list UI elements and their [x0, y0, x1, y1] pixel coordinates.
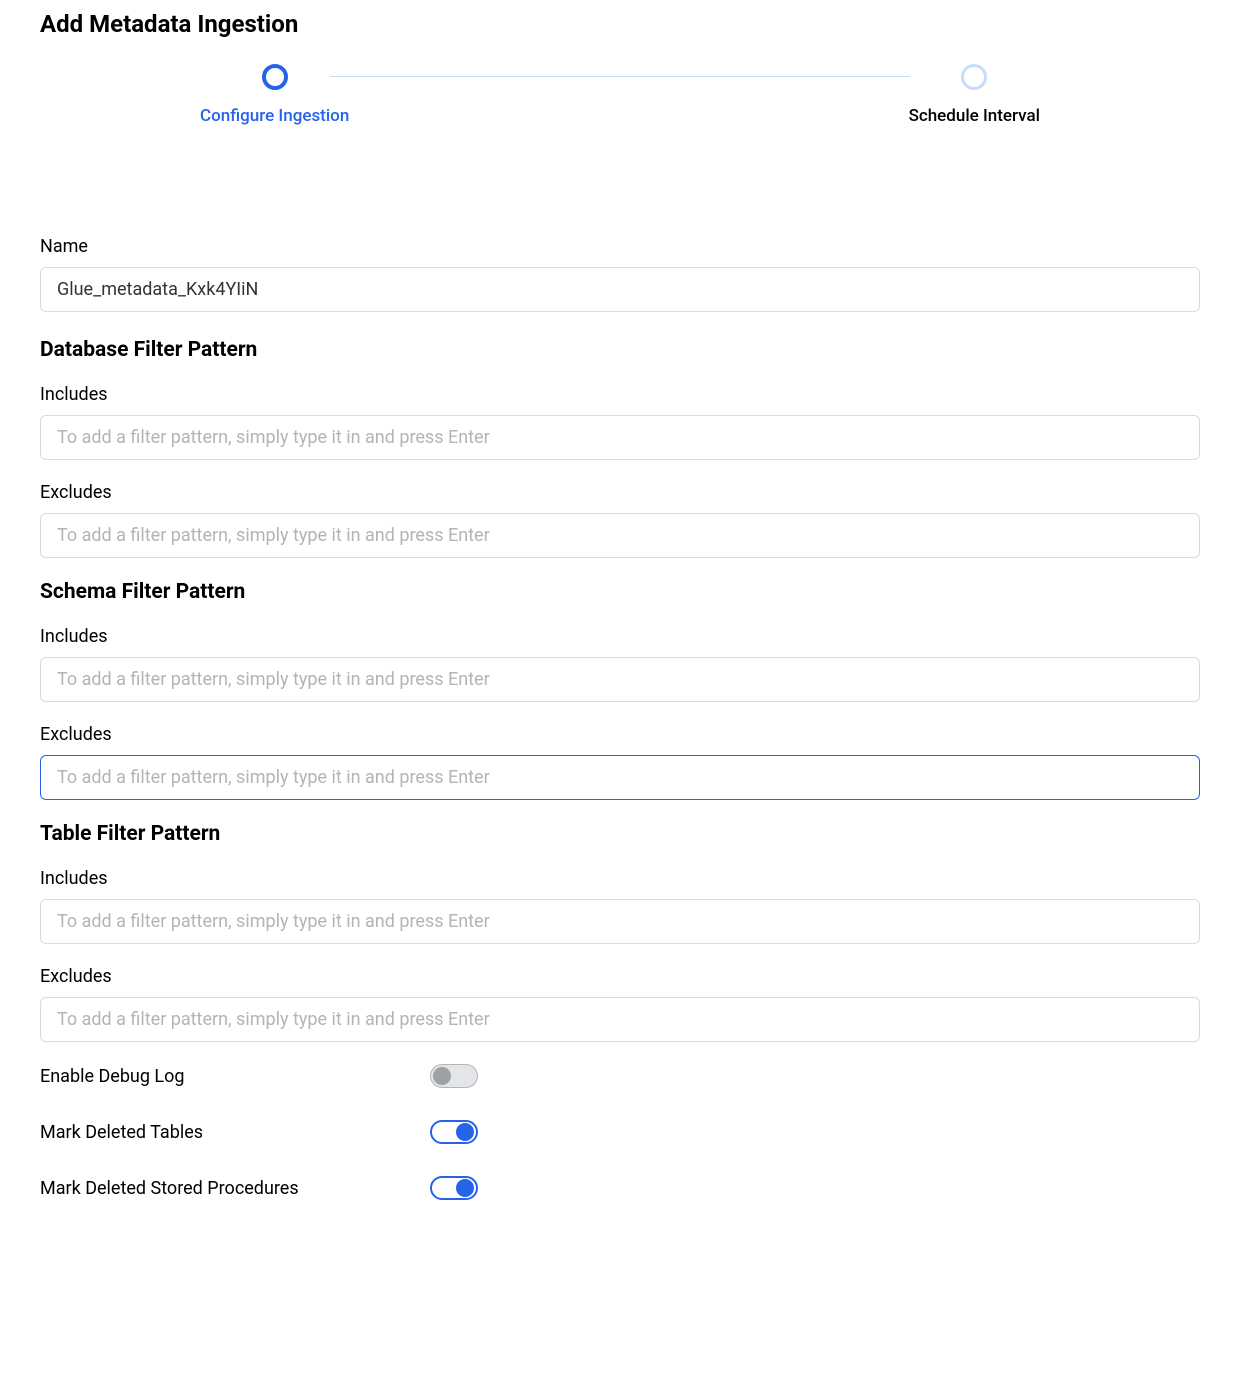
mark-deleted-stored-procedures-toggle[interactable] [430, 1176, 478, 1200]
stepper-step-configure[interactable]: Configure Ingestion [200, 64, 349, 126]
stepper-step-schedule[interactable]: Schedule Interval [909, 64, 1040, 126]
step-circle-icon [262, 64, 288, 90]
toggle-knob-icon [433, 1067, 451, 1085]
schema-includes-label: Includes [40, 626, 1200, 647]
step-label: Configure Ingestion [200, 106, 349, 126]
database-includes-input[interactable] [40, 415, 1200, 460]
database-includes-label: Includes [40, 384, 1200, 405]
schema-excludes-input[interactable] [40, 755, 1200, 800]
enable-debug-log-label: Enable Debug Log [40, 1066, 430, 1087]
stepper-line [330, 76, 910, 77]
table-filter-header: Table Filter Pattern [40, 822, 1200, 846]
database-excludes-input[interactable] [40, 513, 1200, 558]
toggle-knob-icon [456, 1123, 474, 1141]
database-filter-header: Database Filter Pattern [40, 338, 1200, 362]
schema-includes-input[interactable] [40, 657, 1200, 702]
toggle-knob-icon [456, 1179, 474, 1197]
stepper: Configure Ingestion Schedule Interval [40, 64, 1200, 126]
schema-excludes-label: Excludes [40, 724, 1200, 745]
name-input[interactable] [40, 267, 1200, 312]
schema-filter-header: Schema Filter Pattern [40, 580, 1200, 604]
enable-debug-log-toggle[interactable] [430, 1064, 478, 1088]
table-excludes-input[interactable] [40, 997, 1200, 1042]
table-includes-input[interactable] [40, 899, 1200, 944]
step-circle-icon [961, 64, 987, 90]
mark-deleted-tables-toggle[interactable] [430, 1120, 478, 1144]
table-includes-label: Includes [40, 868, 1200, 889]
mark-deleted-stored-procedures-label: Mark Deleted Stored Procedures [40, 1178, 430, 1199]
mark-deleted-tables-label: Mark Deleted Tables [40, 1122, 430, 1143]
table-excludes-label: Excludes [40, 966, 1200, 987]
name-label: Name [40, 236, 1200, 257]
page-title: Add Metadata Ingestion [40, 10, 1200, 38]
database-excludes-label: Excludes [40, 482, 1200, 503]
step-label: Schedule Interval [909, 106, 1040, 126]
